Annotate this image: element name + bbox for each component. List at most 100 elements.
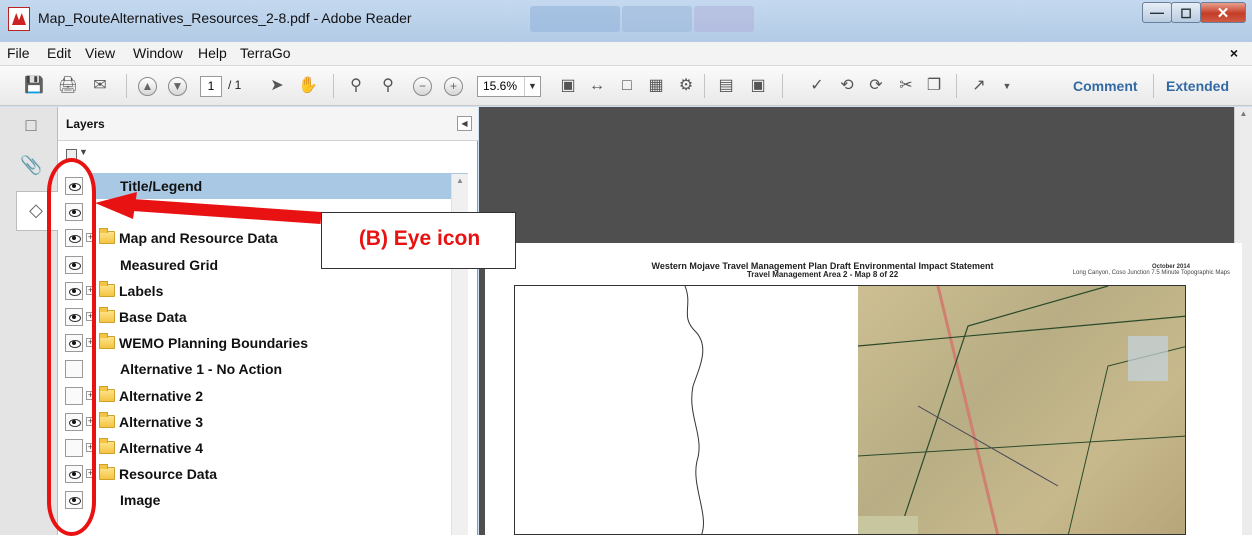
layers-panel-header: Layers ◀ bbox=[58, 107, 478, 141]
extended-button[interactable]: Extended bbox=[1166, 78, 1229, 94]
close-icon: ✕ bbox=[1216, 5, 1230, 22]
collapse-panel-icon[interactable]: ◀ bbox=[457, 116, 472, 131]
adobe-reader-app-icon[interactable] bbox=[8, 7, 30, 31]
page-number-input[interactable]: 1 bbox=[200, 76, 222, 97]
menu-edit[interactable]: Edit bbox=[47, 45, 71, 61]
maximize-button[interactable]: ◻ bbox=[1171, 2, 1201, 23]
menu-help[interactable]: Help bbox=[198, 45, 227, 61]
map-subtitle: Travel Management Area 2 - Map 8 of 22 bbox=[746, 270, 899, 279]
copy-icon[interactable]: ❐ bbox=[922, 75, 946, 97]
folder-icon bbox=[99, 280, 115, 297]
fullscreen-icon[interactable]: ↗ bbox=[967, 75, 991, 97]
folder-icon bbox=[99, 306, 115, 323]
layer-row[interactable]: + Alternative 3 bbox=[58, 409, 468, 435]
zoom-level-select[interactable]: 15.6% ▼ bbox=[477, 76, 541, 97]
tool-icon[interactable]: ▣ bbox=[746, 75, 770, 97]
layer-name: Alternative 2 bbox=[119, 387, 204, 404]
layer-name: Resource Data bbox=[119, 466, 218, 483]
stamp-icon[interactable]: ⚙ bbox=[674, 75, 698, 97]
layer-name: Alternative 4 bbox=[119, 439, 204, 456]
layer-name: Labels bbox=[119, 282, 164, 299]
marquee-zoom-icon[interactable]: ⚲ bbox=[344, 75, 368, 97]
export-icon[interactable]: ▦ bbox=[644, 75, 668, 97]
split-icon[interactable]: ▤ bbox=[714, 75, 738, 97]
email-icon[interactable]: ✉ bbox=[88, 75, 112, 97]
zoom-level-value: 15.6% bbox=[483, 79, 518, 93]
blurred-taskbar-item bbox=[694, 6, 754, 32]
print-icon[interactable]: 🖨 bbox=[56, 75, 80, 97]
layer-row[interactable]: + Resource Data bbox=[58, 461, 468, 487]
folder-icon bbox=[99, 333, 115, 350]
menu-view[interactable]: View bbox=[85, 45, 115, 61]
minimize-button[interactable]: — bbox=[1142, 2, 1172, 23]
layer-row[interactable]: + WEMO Planning Boundaries bbox=[58, 330, 468, 356]
pages-icon[interactable]: □ bbox=[20, 115, 42, 139]
next-page-icon[interactable]: ▼ bbox=[168, 77, 187, 96]
layer-row[interactable]: + Alternative 2 bbox=[58, 383, 468, 409]
scroll-up-icon[interactable]: ▲ bbox=[1235, 109, 1252, 118]
fit-page-icon[interactable]: □ bbox=[615, 75, 639, 97]
layer-name: Alternative 1 - No Action bbox=[120, 361, 283, 378]
layer-name: Base Data bbox=[119, 308, 187, 325]
menu-window[interactable]: Window bbox=[133, 45, 183, 61]
topographic-map-features bbox=[857, 286, 1185, 534]
layer-row[interactable]: + Labels bbox=[58, 278, 468, 304]
layer-name: Alternative 3 bbox=[119, 413, 204, 430]
toolbar-separator bbox=[704, 74, 705, 98]
folder-icon bbox=[99, 437, 115, 454]
toolbar-separator bbox=[333, 74, 334, 98]
toolbar: 💾 🖨 ✉ ▲ ▼ 1 / 1 ➤ ✋ ⚲ ⚲ − + 15.6% ▼ ▣ ↔ … bbox=[0, 66, 1252, 106]
fit-width-icon[interactable]: ↔ bbox=[585, 75, 609, 97]
folder-icon bbox=[99, 411, 115, 428]
close-window-button[interactable]: ✕ bbox=[1200, 2, 1246, 23]
select-tool-icon[interactable]: ➤ bbox=[265, 75, 289, 97]
blurred-taskbar-item bbox=[622, 6, 692, 32]
chevron-down-icon[interactable]: ▼ bbox=[524, 77, 540, 96]
layer-name: Measured Grid bbox=[120, 256, 219, 273]
layers-icon: ◇ bbox=[29, 200, 43, 220]
attachments-icon[interactable]: 📎 bbox=[20, 155, 42, 179]
page-total: / 1 bbox=[228, 78, 242, 92]
annotation-arrow bbox=[95, 192, 322, 224]
menu-file[interactable]: File bbox=[7, 45, 30, 61]
title-bar[interactable]: Map_RouteAlternatives_Resources_2-8.pdf … bbox=[0, 0, 1252, 42]
actual-size-icon[interactable]: ▣ bbox=[556, 75, 580, 97]
blurred-taskbar-item bbox=[530, 6, 620, 32]
undo-icon[interactable]: ⟲ bbox=[835, 75, 859, 97]
layer-row[interactable]: Alternative 1 - No Action bbox=[58, 356, 468, 382]
folder-icon bbox=[99, 464, 115, 481]
toolbar-overflow-chevron-icon[interactable]: ▼ bbox=[995, 75, 1019, 97]
save-icon[interactable]: 💾 bbox=[22, 75, 46, 97]
hand-tool-icon[interactable]: ✋ bbox=[296, 75, 320, 97]
annotation-callout: (B) Eye icon bbox=[321, 212, 516, 269]
close-document-button[interactable]: × bbox=[1230, 45, 1238, 61]
annotation-highlight-oval bbox=[47, 158, 96, 536]
layer-row[interactable]: + Alternative 4 bbox=[58, 435, 468, 461]
zoom-out-icon[interactable]: − bbox=[413, 77, 432, 96]
scroll-up-icon[interactable]: ▲ bbox=[452, 176, 468, 185]
window-controls: — ◻ ✕ bbox=[1142, 2, 1246, 24]
layers-panel: Layers ◀ ▼ Title/Legend + Map and Resource… bbox=[58, 107, 478, 535]
comment-button[interactable]: Comment bbox=[1073, 78, 1138, 94]
window-title: Map_RouteAlternatives_Resources_2-8.pdf … bbox=[38, 10, 412, 26]
menu-terrago[interactable]: TerraGo bbox=[240, 45, 291, 61]
pdf-page: Western Mojave Travel Management Plan Dr… bbox=[485, 243, 1242, 535]
folder-icon bbox=[99, 385, 115, 402]
zoom-in-icon[interactable]: + bbox=[444, 77, 463, 96]
prev-page-icon[interactable]: ▲ bbox=[138, 77, 157, 96]
menu-bar: File Edit View Window Help TerraGo × bbox=[0, 42, 1252, 66]
toolbar-separator bbox=[956, 74, 957, 98]
layer-row[interactable]: + Base Data bbox=[58, 304, 468, 330]
dynamic-zoom-icon[interactable]: ⚲ bbox=[376, 75, 400, 97]
topographic-map-image bbox=[857, 286, 1185, 534]
chevron-down-icon: ▼ bbox=[79, 147, 88, 157]
cut-icon[interactable]: ✂ bbox=[894, 75, 918, 97]
layer-row[interactable]: Image bbox=[58, 487, 468, 513]
map-frame bbox=[514, 285, 1186, 535]
spell-icon[interactable]: ✓ bbox=[805, 75, 829, 97]
adobe-reader-window: Map_RouteAlternatives_Resources_2-8.pdf … bbox=[0, 0, 1252, 536]
layer-name: Image bbox=[120, 492, 161, 509]
maximize-icon: ◻ bbox=[1180, 4, 1192, 20]
redo-icon[interactable]: ⟳ bbox=[864, 75, 888, 97]
minimize-icon: — bbox=[1150, 4, 1164, 20]
